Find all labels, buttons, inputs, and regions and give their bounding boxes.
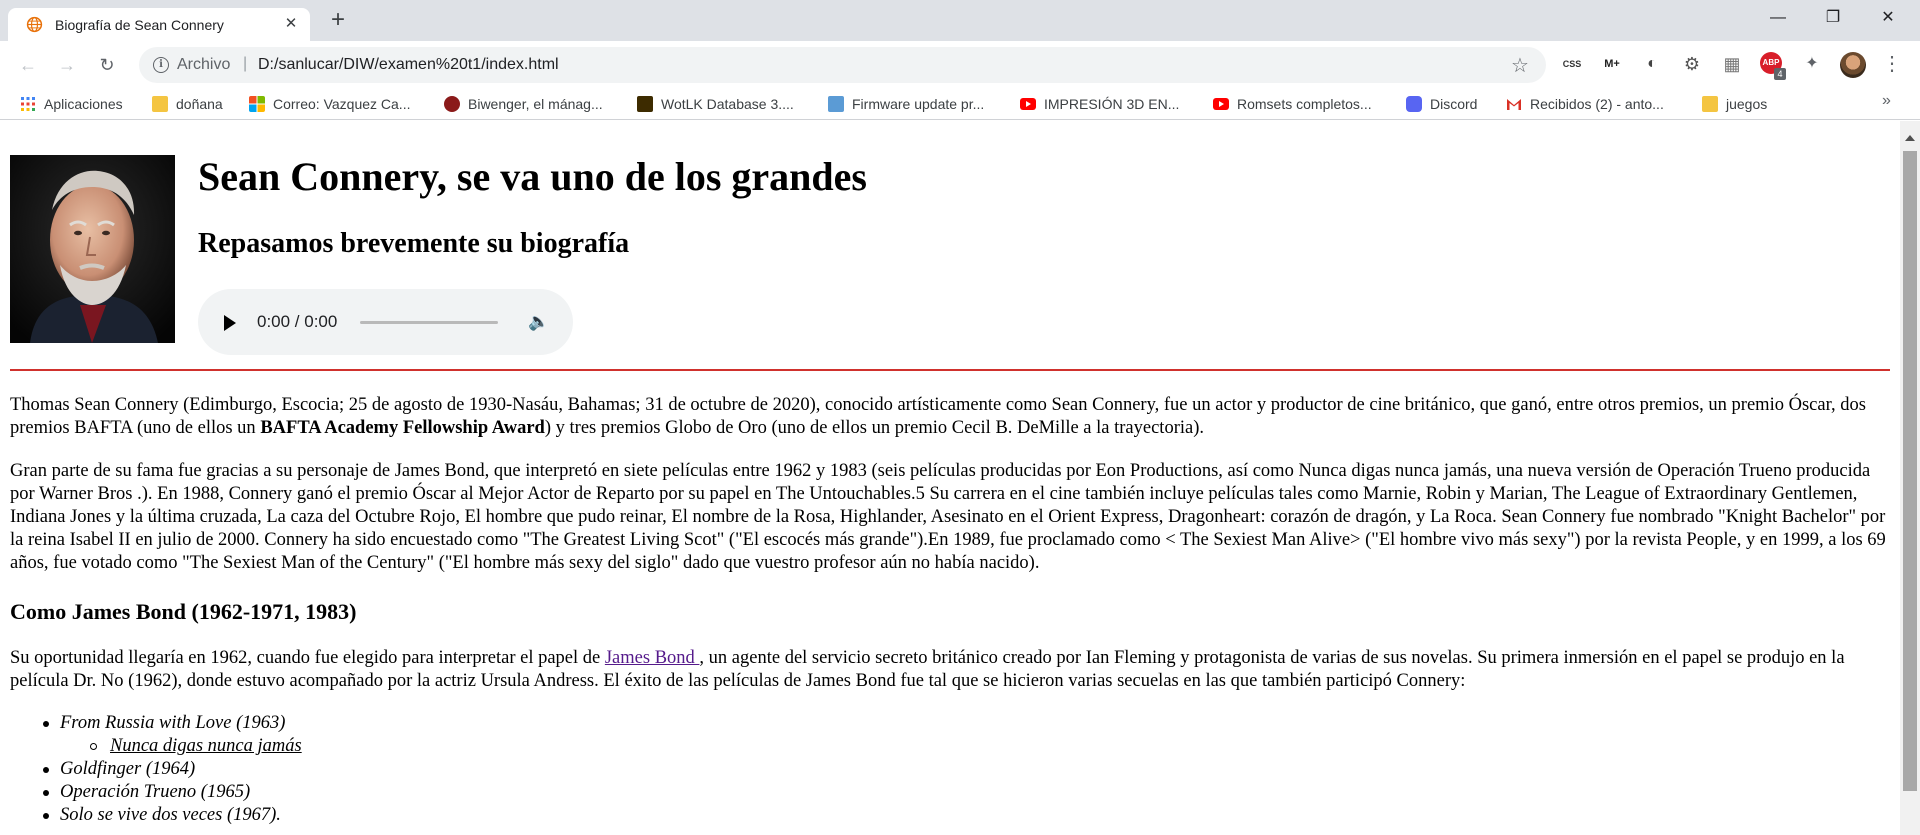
adblock-badge: 4 [1774, 68, 1786, 80]
tab-title: Biografía de Sean Connery [55, 17, 224, 33]
bookmark-label: IMPRESIÓN 3D EN... [1044, 96, 1180, 112]
info-icon[interactable]: i [153, 57, 169, 73]
james-bond-link[interactable]: James Bond [605, 648, 700, 668]
bond-paragraph: Su oportunidad llegaría en 1962, cuando … [10, 647, 1890, 693]
play-icon[interactable] [224, 315, 236, 331]
film-title: Goldfinger (1964) [60, 759, 196, 779]
bookmark-wotlk[interactable]: WotLK Database 3.... [637, 94, 794, 114]
scheme-label: Archivo [177, 56, 231, 73]
list-item: Goldfinger (1964) [10, 758, 610, 781]
tab-strip: Biografía de Sean Connery ✕ + — ❐ ✕ [0, 0, 1920, 41]
bookmark-juegos[interactable]: juegos [1702, 94, 1767, 114]
bookmark-label: Biwenger, el mánag... [468, 96, 603, 112]
gmail-icon [1507, 99, 1521, 110]
browser-tab[interactable]: Biografía de Sean Connery ✕ [8, 8, 310, 41]
scroll-up-icon[interactable] [1905, 135, 1915, 141]
close-window-button[interactable]: ✕ [1865, 0, 1911, 36]
bookmark-romsets[interactable]: Romsets completos... [1213, 94, 1372, 114]
page-viewport: Sean Connery, se va uno de los grandes R… [0, 121, 1900, 835]
films-list: From Russia with Love (1963) Nunca digas… [10, 712, 610, 827]
film-title: Nunca digas nunca jamás [110, 736, 302, 756]
biwenger-icon [444, 96, 460, 112]
film-title: Solo se vive dos veces (1967). [60, 805, 281, 825]
wow-icon [637, 96, 653, 112]
m-plus-extension-icon[interactable]: M+ [1600, 52, 1624, 76]
reload-icon[interactable]: ↻ [93, 51, 121, 79]
divider-rule [10, 369, 1890, 371]
apps-grid-icon [21, 97, 35, 111]
scroll-thumb[interactable] [1903, 151, 1917, 791]
bookmark-correo[interactable]: Correo: Vazquez Ca... [249, 94, 410, 114]
bookmark-label: Aplicaciones [44, 96, 123, 112]
bookmark-star-icon[interactable]: ☆ [1511, 53, 1529, 78]
bookmark-label: doñana [176, 96, 223, 112]
page-title: Sean Connery, se va uno de los grandes [198, 154, 867, 199]
list-item: From Russia with Love (1963) [10, 712, 610, 735]
profile-avatar[interactable] [1840, 52, 1866, 78]
microsoft-icon [249, 96, 265, 112]
nested-list-item: Nunca digas nunca jamás [10, 735, 610, 758]
folder-icon [152, 96, 168, 112]
bond-text: Su oportunidad llegaría en 1962, cuando … [10, 648, 605, 668]
puzzle-extension-icon[interactable]: ✦ [1800, 52, 1824, 76]
folder-icon [1702, 96, 1718, 112]
globe-favicon-icon [26, 16, 43, 33]
audio-player: 0:00 / 0:00 🔈 [198, 289, 573, 355]
film-title: Operación Trueno (1965) [60, 782, 251, 802]
portrait-image [10, 155, 175, 343]
section-heading: Como James Bond (1962-1971, 1983) [10, 599, 357, 624]
browser-toolbar: ← → ↻ i Archivo | D:/sanlucar/DIW/examen… [0, 41, 1920, 88]
intro-paragraph: Thomas Sean Connery (Edimburgo, Escocia;… [10, 394, 1890, 440]
sean-connery-portrait [10, 155, 175, 343]
forward-arrow-icon[interactable]: → [53, 51, 81, 79]
tab-close-icon[interactable]: ✕ [280, 13, 302, 35]
bookmark-gmail[interactable]: Recibidos (2) - anto... [1506, 94, 1664, 114]
css-extension-icon[interactable]: CSS [1560, 52, 1584, 76]
bookmark-label: Romsets completos... [1237, 96, 1372, 112]
vertical-scrollbar[interactable] [1900, 121, 1920, 835]
fame-paragraph: Gran parte de su fama fue gracias a su p… [10, 461, 1886, 573]
chart-extension-icon[interactable]: ▦ [1720, 52, 1744, 76]
youtube-icon [1020, 98, 1036, 110]
intro-text-end: ) y tres premios Globo de Oro (uno de el… [544, 418, 1204, 438]
menu-dots-icon[interactable]: ⋮ [1880, 52, 1904, 76]
circle-extension-icon[interactable]: ◐ [1640, 52, 1664, 76]
bookmark-discord[interactable]: Discord [1406, 94, 1477, 114]
gt-icon [828, 96, 844, 112]
discord-icon [1406, 96, 1422, 112]
bookmark-label: juegos [1726, 96, 1768, 112]
bookmarks-bar: Aplicaciones doñana Correo: Vazquez Ca..… [0, 88, 1920, 120]
bookmark-label: Correo: Vazquez Ca... [273, 96, 411, 112]
page-subtitle: Repasamos brevemente su biografía [198, 228, 630, 259]
list-item: Operación Trueno (1965) [10, 781, 610, 804]
bookmark-firmware[interactable]: Firmware update pr... [828, 94, 984, 114]
audio-time: 0:00 / 0:00 [257, 312, 338, 331]
film-title: From Russia with Love (1963) [60, 713, 286, 733]
restore-button[interactable]: ❐ [1810, 0, 1856, 36]
bookmark-label: Discord [1430, 96, 1478, 112]
bookmark-aplicaciones[interactable]: Aplicaciones [20, 94, 123, 114]
audio-progress-track[interactable] [360, 321, 498, 324]
bookmark-impresion-3d[interactable]: IMPRESIÓN 3D EN... [1020, 94, 1179, 114]
minimize-button[interactable]: — [1755, 0, 1801, 36]
back-arrow-icon[interactable]: ← [14, 51, 42, 79]
scheme-separator: | [243, 55, 248, 72]
bafta-award-bold: BAFTA Academy Fellowship Award [260, 418, 545, 438]
new-tab-button[interactable]: + [325, 8, 351, 34]
bookmark-donana[interactable]: doñana [152, 94, 223, 114]
volume-icon[interactable]: 🔈 [528, 312, 549, 332]
bookmark-label: WotLK Database 3.... [661, 96, 794, 112]
youtube-icon [1213, 98, 1229, 110]
url-text[interactable]: D:/sanlucar/DIW/examen%20t1/index.html [258, 56, 559, 74]
settings-extension-icon[interactable]: ⚙ [1680, 52, 1704, 76]
list-item: Solo se vive dos veces (1967). [10, 804, 610, 827]
address-bar[interactable]: i Archivo | D:/sanlucar/DIW/examen%20t1/… [139, 47, 1546, 83]
bookmark-label: Recibidos (2) - anto... [1530, 96, 1664, 112]
bookmark-biwenger[interactable]: Biwenger, el mánag... [444, 94, 603, 114]
bookmark-label: Firmware update pr... [852, 96, 985, 112]
bookmarks-overflow-icon[interactable]: » [1882, 92, 1891, 110]
